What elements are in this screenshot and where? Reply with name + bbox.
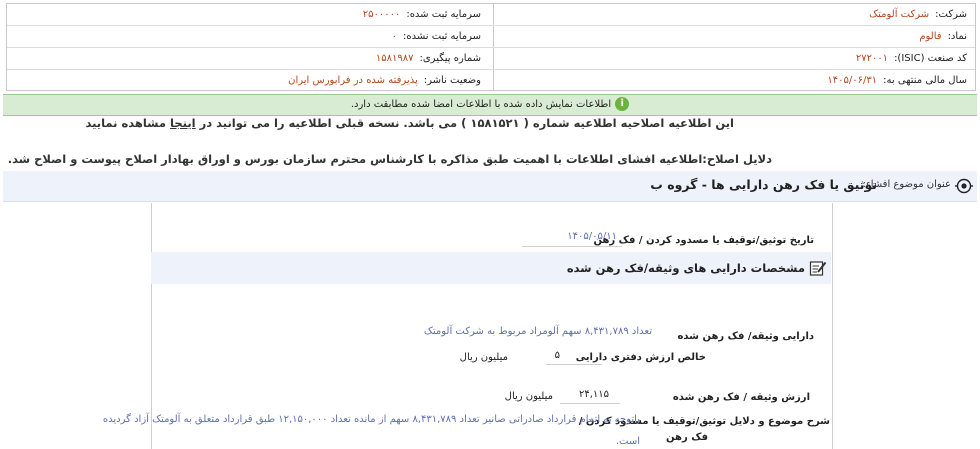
- description-value-line2: است.: [615, 436, 640, 447]
- collateral-value-underline: [560, 403, 620, 404]
- correction-notice-suffix: مشاهده نمایید: [85, 116, 171, 130]
- registered-capital-value: ۲۵۰۰۰۰۰: [362, 9, 401, 20]
- registered-capital-cell: سرمایه ثبت شده: ۲۵۰۰۰۰۰: [363, 4, 481, 25]
- date-label: تاریخ توثیق/توقیف یا مسدود کردن / فک رهن: [593, 235, 814, 246]
- company-info-table: شرکت:شرکت آلومتک سرمایه ثبت شده:۲۵۰۰۰۰۰ …: [6, 3, 976, 91]
- info-icon: i: [615, 97, 630, 111]
- company-value: شرکت آلومتک: [869, 9, 930, 20]
- section-title: مشخصات دارایی های وثیقه/فک رهن شده: [566, 261, 805, 275]
- date-underline: [522, 246, 622, 247]
- disclosure-subject-bar: عنوان موضوع افشاء: توثیق یا فک رهن دارای…: [3, 171, 977, 202]
- book-value-value: ۵: [554, 350, 560, 361]
- unregistered-capital-label: سرمایه ثبت نشده:: [403, 31, 481, 42]
- fiscal-year-label: سال مالی منتهی به:: [883, 75, 967, 86]
- publisher-status-cell: وضعیت ناشر: پذیرفته شده در فرابورس ایران: [288, 70, 481, 91]
- unregistered-capital-value: ۰: [391, 31, 398, 42]
- target-icon: [955, 178, 973, 194]
- collateral-value-label: ارزش وثیقه / فک رهن شده: [672, 392, 810, 403]
- table-row: کد صنعت (ISIC): ۲۷۲۰۰۱ شماره پیگیری: ۱۵۸۱۹…: [7, 48, 975, 70]
- book-value-label: خالص ارزش دفتری دارایی: [575, 352, 706, 363]
- asset-value: تعداد ۸,۴۳۱,۷۸۹ سهم آلومراد مربوط به شرک…: [423, 326, 652, 337]
- correction-notice-text: این اطلاعیه اصلاحیه اطلاعیه شماره ( ۱۵۸۱…: [195, 116, 734, 130]
- book-value-unit: میلیون ریال: [459, 352, 508, 363]
- tracking-label: شماره پیگیری:: [419, 53, 481, 64]
- company-label: شرکت:: [935, 9, 967, 20]
- table-row: سال مالی منتهی به: ۱۴۰۵/۰۶/۳۱ وضعیت ناشر:…: [7, 70, 975, 90]
- company-cell: شرکت: شرکت آلومتک: [869, 4, 967, 25]
- asset-label: دارایی وثیقه/ فک رهن شده: [677, 331, 815, 342]
- fiscal-year-cell: سال مالی منتهی به: ۱۴۰۵/۰۶/۳۱: [827, 70, 967, 91]
- collateral-value-unit: میلیون ریال: [504, 391, 553, 402]
- description-label-line2: فک رهن: [666, 432, 708, 443]
- isic-cell: کد صنعت (ISIC): ۲۷۲۰۰۱: [856, 48, 967, 69]
- tracking-cell: شماره پیگیری: ۱۵۸۱۹۸۷: [376, 48, 481, 69]
- collateral-value-value: ۲۴,۱۱۵: [578, 389, 609, 400]
- unregistered-capital-cell: سرمایه ثبت نشده: ۰: [392, 26, 481, 47]
- date-value: ۱۴۰۵/۰۵/۱۱: [567, 231, 617, 242]
- tracking-value: ۱۵۸۱۹۸۷: [375, 53, 414, 64]
- asset-section-header: مشخصات دارایی های وثیقه/فک رهن شده: [151, 252, 831, 284]
- book-value-underline: [546, 364, 602, 365]
- isic-label: کد صنعت (ISIC):: [894, 53, 967, 64]
- table-row: نماد: فالوم سرمایه ثبت نشده: ۰: [7, 26, 975, 48]
- edit-icon: [809, 261, 827, 276]
- fiscal-year-value: ۱۴۰۵/۰۶/۳۱: [827, 75, 878, 86]
- symbol-value: فالوم: [919, 31, 942, 42]
- symbol-label: نماد:: [947, 31, 967, 42]
- publisher-status-label: وضعیت ناشر:: [423, 75, 481, 86]
- previous-version-link[interactable]: اینجا: [170, 116, 196, 130]
- correction-notice: این اطلاعیه اصلاحیه اطلاعیه شماره ( ۱۵۸۱…: [85, 116, 734, 130]
- correction-reason: دلایل اصلاح:اطلاعیه افشای اطلاعات با اهم…: [7, 152, 772, 166]
- registered-capital-label: سرمایه ثبت شده:: [406, 9, 481, 20]
- verification-info-bar: iاطلاعات نمایش داده شده با اطلاعات امضا …: [3, 94, 977, 116]
- publisher-status-value: پذیرفته شده در فرابورس ایران: [288, 75, 418, 86]
- table-row: شرکت: شرکت آلومتک سرمایه ثبت شده: ۲۵۰۰۰۰۰: [7, 4, 975, 26]
- verification-text: اطلاعات نمایش داده شده با اطلاعات امضا ش…: [350, 99, 612, 110]
- description-value: باتوجه به اتمام قرارداد صادراتی صانیر تع…: [102, 414, 640, 425]
- symbol-cell: نماد: فالوم: [919, 26, 967, 47]
- isic-value: ۲۷۲۰۰۱: [855, 53, 889, 64]
- subject-value: توثیق یا فک رهن دارایی ها - گروه ب: [650, 177, 877, 192]
